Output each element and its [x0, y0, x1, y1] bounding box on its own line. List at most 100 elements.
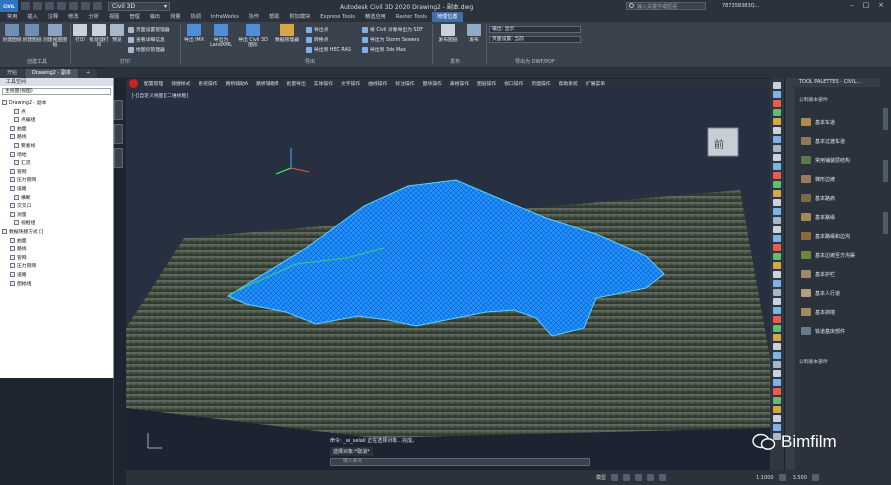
tree-item[interactable]: Drawing2 - 副本 [2, 99, 46, 106]
palette-tool[interactable]: 基本过渡车道 [801, 137, 845, 145]
ortho-icon[interactable] [635, 474, 643, 481]
ribbon-tab[interactable]: 插入 [22, 12, 42, 22]
menu-item[interactable]: 曲线操作 [364, 80, 391, 87]
user-name[interactable]: 787358383Q... [722, 3, 759, 9]
tree-item[interactable]: 管网 [10, 168, 27, 175]
menu-item[interactable]: 路桥辅助B [252, 80, 282, 87]
menu-item[interactable]: 路桥辅助A [222, 80, 252, 87]
export-civil3d-button[interactable]: 导出 Civil 3D 图形 [238, 24, 268, 48]
tree-item[interactable]: 道路 [10, 271, 27, 278]
palette-tool[interactable]: 基本路缘 [801, 213, 835, 221]
palette-tool[interactable]: 基本人行道 [801, 289, 840, 297]
toolbar-tool-icon[interactable] [773, 109, 781, 116]
ribbon-tab[interactable]: 管理 [124, 12, 144, 22]
convert-points-button[interactable]: 转换点 [306, 36, 328, 43]
ribbon-tab[interactable]: 地理位置 [431, 12, 463, 22]
toolbar-tool-icon[interactable] [773, 325, 781, 332]
preview-button[interactable]: 预览 [109, 24, 125, 43]
ribbon-tab[interactable]: 协作 [244, 12, 264, 22]
ribbon-tab[interactable]: InfraWorks [206, 12, 244, 22]
toolbar-tool-icon[interactable] [773, 424, 781, 431]
toolbar-tool-icon[interactable] [773, 172, 781, 179]
toolbar-tool-icon[interactable] [773, 415, 781, 422]
new-tab-button[interactable]: + [78, 69, 98, 78]
new-icon[interactable] [21, 2, 30, 10]
toolbar-tool-icon[interactable] [773, 352, 781, 359]
toolbar-tool-icon[interactable] [773, 406, 781, 413]
tree-item[interactable]: 横断 [14, 194, 31, 201]
palette-title-strip[interactable] [785, 87, 795, 470]
toolbar-tool-icon[interactable] [773, 190, 781, 197]
ribbon-tab[interactable]: Express Tools [315, 12, 360, 22]
ribbon-tab[interactable]: 常用 [2, 12, 22, 22]
zoom-level[interactable]: 3.500 [793, 475, 807, 481]
toolbar-tool-icon[interactable] [773, 208, 781, 215]
toolbar-tool-icon[interactable] [773, 370, 781, 377]
publish-button[interactable]: 发布 [465, 24, 483, 43]
palette-tool[interactable]: 铁道基床部件 [801, 327, 845, 335]
document-tab[interactable]: Drawing2 - 副本 [25, 69, 78, 78]
open-icon[interactable] [33, 2, 42, 10]
tree-item[interactable]: 点编组 [14, 116, 35, 123]
toolbar-tool-icon[interactable] [773, 118, 781, 125]
toolbar-tool-icon[interactable] [773, 217, 781, 224]
export-3dsmax-button[interactable]: 导出到 3ds Max [362, 46, 406, 53]
export-imx-button[interactable]: 导出 IMX [183, 24, 205, 43]
palette-tool[interactable]: 常用铺装层结构 [801, 156, 850, 164]
toolbar-tool-icon[interactable] [773, 181, 781, 188]
page-setup-manager-button[interactable]: 页面设置管理器 [128, 26, 170, 33]
print-icon[interactable] [69, 2, 78, 10]
tree-item[interactable]: 点 [14, 108, 26, 115]
tree-item[interactable]: 曲面 [10, 237, 27, 244]
ribbon-tab[interactable]: 附加模块 [284, 12, 315, 22]
tree-item[interactable]: 测量 [10, 211, 27, 218]
snap-icon[interactable] [623, 474, 631, 481]
ribbon-tab[interactable]: 协调 [186, 12, 206, 22]
toolbar-tool-icon[interactable] [773, 154, 781, 161]
palette-tool[interactable]: 基本路缘和边沟 [801, 232, 850, 240]
ribbon-tab[interactable]: 注释 [43, 12, 63, 22]
close-icon[interactable]: × [875, 1, 887, 10]
export-output-dropdown[interactable]: 输出: 显示 [489, 26, 581, 33]
tree-item[interactable]: 压力管网 [10, 262, 36, 269]
undo-icon[interactable] [81, 2, 90, 10]
tree-item[interactable]: 管网 [10, 254, 27, 261]
tree-item[interactable]: 数据快捷方式 [] [2, 228, 43, 235]
palette-tool[interactable]: 基本路肩 [801, 194, 835, 202]
grid-icon[interactable] [611, 474, 619, 481]
toolbar-tool-icon[interactable] [773, 379, 781, 386]
toolbar-tool-icon[interactable] [773, 388, 781, 395]
plotter-manager-button[interactable]: 绘图仪管理器 [128, 46, 165, 53]
view-details-button[interactable]: 查看详细信息 [128, 36, 165, 43]
page-setup-dropdown[interactable]: 页面设置: 当前 [489, 36, 581, 43]
toolbar-tool-icon[interactable] [773, 253, 781, 260]
drawing-viewport[interactable]: 前 [126, 88, 770, 470]
annotation-scale[interactable]: 1:1000 [756, 475, 774, 481]
toolbar-tool-icon[interactable] [773, 289, 781, 296]
ribbon-tab[interactable]: 修改 [63, 12, 83, 22]
palette-tab-1[interactable] [883, 108, 888, 130]
tree-item[interactable]: 道路 [10, 185, 27, 192]
tree-item[interactable]: 路线 [10, 133, 27, 140]
viewport-controls-label[interactable]: [-][自定义视图][二维线框] [132, 92, 188, 99]
gear-icon[interactable] [778, 474, 786, 481]
menu-item[interactable]: 帮助系统 [555, 80, 582, 87]
menu-item[interactable]: 标注操作 [391, 80, 418, 87]
toolbar-tool-icon[interactable] [773, 271, 781, 278]
menu-item[interactable]: 批量导出 [283, 80, 310, 87]
palette-tool[interactable]: 基本车道 [801, 118, 835, 126]
search-input[interactable]: 输入关键字或短语 [626, 2, 706, 10]
command-input[interactable]: 键入命令 [330, 458, 590, 466]
osnap-icon[interactable] [659, 474, 667, 481]
toolbar-tool-icon[interactable] [773, 136, 781, 143]
application-menu-button[interactable]: CIVIL [0, 0, 18, 12]
ribbon-tab[interactable]: 视图 [104, 12, 124, 22]
model-space-toggle[interactable]: 模型 [596, 474, 606, 481]
save-icon[interactable] [45, 2, 54, 10]
toolbar-tool-icon[interactable] [773, 145, 781, 152]
redo-icon[interactable] [93, 2, 102, 10]
toolbar-tool-icon[interactable] [773, 127, 781, 134]
tree-item[interactable]: 汇流 [14, 159, 31, 166]
ribbon-tab[interactable]: 帮助 [264, 12, 284, 22]
tree-item[interactable]: 曲面 [10, 125, 27, 132]
